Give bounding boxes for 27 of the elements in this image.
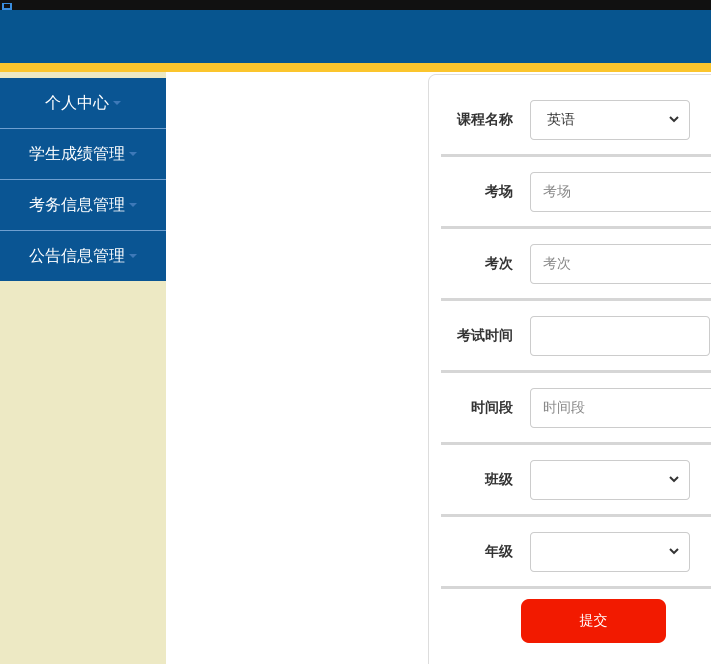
field-label: 课程名称 xyxy=(456,110,513,128)
field-label: 考场 xyxy=(484,182,513,200)
caret-icon xyxy=(129,254,137,258)
input-field[interactable]: 考次 xyxy=(530,244,711,284)
caret-icon xyxy=(129,202,137,208)
date-field[interactable] xyxy=(530,316,710,356)
caret-icon xyxy=(129,152,137,156)
select-field[interactable] xyxy=(530,532,690,572)
field-label: 考次 xyxy=(484,254,513,272)
chevron-icon xyxy=(669,116,679,123)
field-label: 考试时间 xyxy=(456,326,513,344)
sidebar-item[interactable]: 个人中心 xyxy=(0,78,166,129)
field-label: 年级 xyxy=(484,542,513,560)
field-label: 班级 xyxy=(484,470,513,488)
submit-button[interactable]: 提交 xyxy=(521,599,666,643)
sidebar-item[interactable]: 学生成绩管理 xyxy=(0,129,166,180)
sidebar-item[interactable]: 公告信息管理 xyxy=(0,231,166,281)
select-field[interactable]: 英语 xyxy=(530,100,690,140)
input-field[interactable]: 时间段 xyxy=(530,388,711,428)
input-field[interactable]: 考场 xyxy=(530,172,711,212)
chevron-icon xyxy=(669,476,679,483)
caret-icon xyxy=(113,100,121,106)
chevron-icon xyxy=(669,548,679,555)
field-label: 时间段 xyxy=(470,398,513,416)
sidebar-item[interactable]: 考务信息管理 xyxy=(0,180,166,231)
app-icon xyxy=(2,3,12,10)
select-field[interactable] xyxy=(530,460,690,500)
